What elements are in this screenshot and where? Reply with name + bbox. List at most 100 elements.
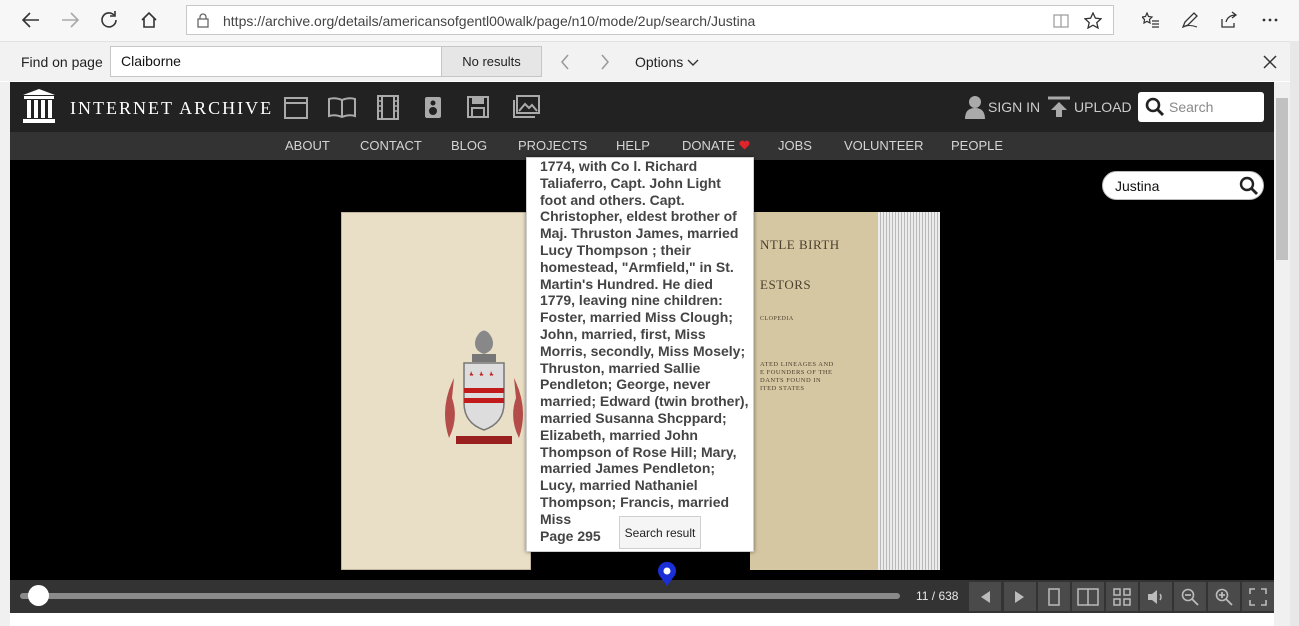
find-options-label: Options [635,54,684,70]
back-button[interactable] [16,6,46,34]
sign-in-link[interactable]: SIGN IN [988,99,1040,115]
favorites-button[interactable] [1136,6,1166,34]
url-text: https://archive.org/details/americansofg… [223,13,756,29]
find-options-button[interactable]: Options [635,54,699,70]
more-dots-icon [1262,18,1278,22]
fullscreen-icon [1249,587,1267,606]
reading-view-icon[interactable] [1053,14,1069,28]
page-text-line: ATED LINEAGES AND [760,361,834,368]
ia-sub-nav: ABOUT CONTACT BLOG PROJECTS HELP DONATE … [10,132,1274,160]
zoom-out-icon [1181,588,1199,606]
video-icon[interactable] [377,95,399,120]
nav-donate-label: DONATE [682,138,736,153]
next-page-button[interactable] [1004,582,1036,611]
book-page-right[interactable]: NTLE BIRTH ESTORS CLOPEDIA ATED LINEAGES… [750,212,878,570]
zoom-in-button[interactable] [1208,582,1240,611]
images-icon[interactable] [513,95,540,118]
page-heading-line: NTLE BIRTH [760,237,840,252]
page-left-edge [0,82,10,626]
home-button[interactable] [134,6,164,34]
find-previous-icon[interactable] [559,54,571,70]
more-button[interactable] [1255,6,1285,34]
address-bar[interactable]: https://archive.org/details/americansofg… [186,5,1114,35]
archive-logo-icon[interactable] [22,88,56,124]
nav-about[interactable]: ABOUT [285,138,330,153]
find-input[interactable]: Claiborne [110,46,442,77]
search-result-page: Page 295 [540,528,601,544]
find-bar: Find on page Claiborne No results Option… [0,41,1299,81]
zoom-out-button[interactable] [1174,582,1206,611]
book-search-input[interactable]: Justina [1115,178,1159,194]
page-text-line: ITED STATES [760,385,805,392]
search-icon[interactable] [1239,176,1259,196]
thumbnail-view-button[interactable] [1106,582,1138,611]
search-result-popup[interactable]: 1774, with Co l. Richard Taliaferro, Cap… [526,157,754,552]
favorites-list-icon [1142,12,1159,28]
coat-of-arms-icon [445,330,523,444]
page-bottom-strip [10,613,1274,626]
window-edge [1290,41,1299,626]
book-search-box[interactable]: Justina [1102,171,1264,200]
texts-icon[interactable] [328,96,356,118]
page-text-line: CLOPEDIA [760,316,794,322]
close-find-icon[interactable] [1263,55,1277,69]
nav-blog[interactable]: BLOG [451,138,487,153]
nav-help[interactable]: HELP [616,138,650,153]
two-page-icon [1077,587,1099,606]
lock-icon [197,13,209,28]
share-button[interactable] [1214,6,1244,34]
browser-toolbar: https://archive.org/details/americansofg… [0,0,1299,41]
back-arrow-icon [22,12,39,28]
header-search-box[interactable]: Search [1138,92,1264,122]
pen-icon [1181,12,1198,29]
nav-donate[interactable]: DONATE [682,138,750,153]
forward-arrow-icon [62,12,79,28]
page-text-line: DANTS FOUND IN [760,377,822,384]
page-text-line: E FOUNDERS OF THE [760,369,833,376]
triangle-right-icon [1015,590,1024,603]
nav-volunteer[interactable]: VOLUNTEER [844,138,923,153]
upload-icon[interactable] [1047,96,1071,118]
one-page-view-button[interactable] [1038,582,1070,611]
heart-icon [739,140,750,150]
search-marker-icon[interactable] [656,561,678,587]
page-heading-line: ESTORS [760,277,812,292]
page-slider-track[interactable] [20,593,900,599]
software-icon[interactable] [467,96,489,118]
share-icon [1221,11,1238,28]
read-aloud-button[interactable] [1140,582,1172,611]
nav-jobs[interactable]: JOBS [778,138,812,153]
find-label: Find on page [21,54,103,70]
web-icon[interactable] [284,97,308,119]
search-result-text: 1774, with Co l. Richard Taliaferro, Cap… [540,158,749,527]
audio-icon[interactable] [424,96,442,119]
prev-page-button[interactable] [969,582,1001,611]
refresh-button[interactable] [94,6,124,34]
triangle-left-icon [981,590,990,603]
brand-name[interactable]: INTERNET ARCHIVE [70,98,273,119]
nav-projects[interactable]: PROJECTS [518,138,587,153]
grid-icon [1113,587,1131,606]
page-scrollbar[interactable] [1274,82,1290,626]
home-icon [141,11,157,28]
search-result-tooltip: Search result [619,516,701,549]
one-page-icon [1048,587,1060,606]
find-next-icon[interactable] [599,54,611,70]
forward-button[interactable] [55,6,85,34]
nav-people[interactable]: PEOPLE [951,138,1003,153]
scrollbar-thumb[interactable] [1276,98,1288,260]
user-icon[interactable] [965,95,985,119]
upload-link[interactable]: UPLOAD [1074,99,1132,115]
favorite-star-icon[interactable] [1084,12,1102,29]
two-page-view-button[interactable] [1072,582,1104,611]
ia-top-nav: INTERNET ARCHIVE SIGN IN UPLOAD Search [10,82,1274,132]
book-page-left[interactable] [341,212,531,570]
page-count: 11 / 638 [916,589,959,603]
pen-button[interactable] [1175,6,1205,34]
find-results: No results [441,46,542,77]
nav-contact[interactable]: CONTACT [360,138,422,153]
chevron-down-icon [687,59,699,66]
header-search-placeholder: Search [1169,99,1214,115]
search-icon [1145,97,1165,117]
fullscreen-button[interactable] [1242,582,1274,611]
